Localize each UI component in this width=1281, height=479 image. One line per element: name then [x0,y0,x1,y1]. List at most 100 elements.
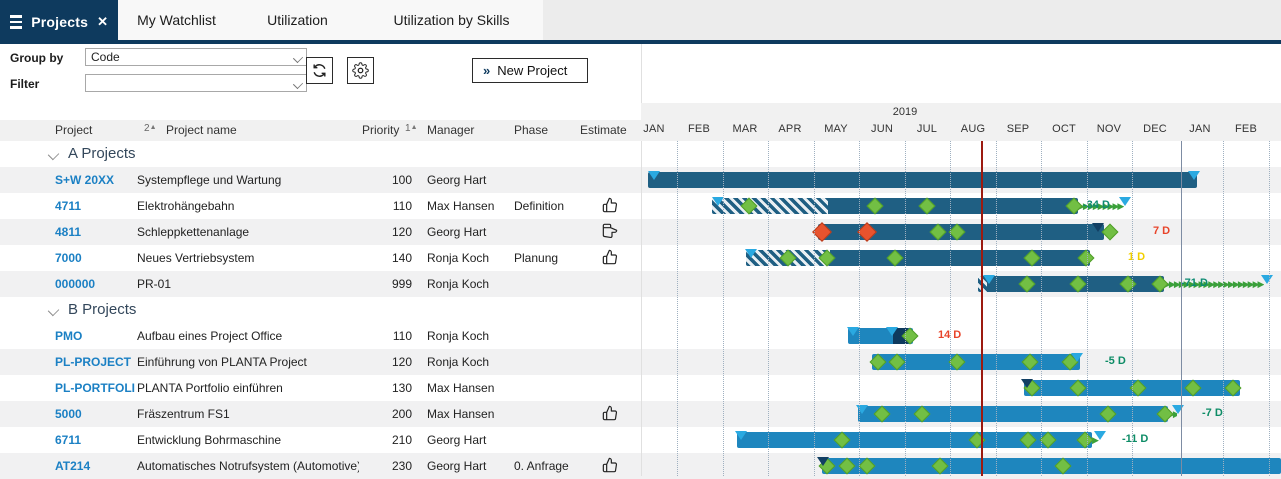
gantt-row: ▶-11 D [641,427,1281,453]
project-code-link[interactable]: 4811 [55,225,135,239]
estimate-thumb-up-icon[interactable] [580,197,640,216]
col-project-sort[interactable]: 2▲ [144,123,157,134]
gantt-month-label: JAN [643,123,664,135]
tab-bar: My Watchlist Utilization Utilization by … [0,0,1281,40]
filter-select[interactable] [85,74,307,92]
estimate-thumb-side-icon[interactable] [580,223,640,242]
project-name: Einführung von PLANTA Project [137,355,359,369]
gantt-year-label: 2019 [893,106,917,118]
project-name: Systempflege und Wartung [137,173,359,187]
project-manager: Max Hansen [427,381,513,395]
col-priority[interactable]: Priority [362,123,399,137]
sort-asc-icon: ▲ [411,124,418,131]
gantt-month-label: JUL [917,123,937,135]
buffer-days-label: -7 D [1202,407,1223,419]
date-marker-triangle [1094,431,1106,440]
col-phase[interactable]: Phase [514,123,548,137]
project-code-link[interactable]: 6711 [55,433,135,447]
project-manager: Georg Hart [427,173,513,187]
project-code-link[interactable]: 7000 [55,251,135,265]
project-name: Fräszentrum FS1 [137,407,359,421]
project-phase: Planung [514,251,578,265]
chevron-down-icon [293,53,303,63]
gantt-row: ▶▶▶▶▶▶▶▶▶▶▶▶▶▶▶▶▶▶▶▶-71 D [641,271,1281,297]
table-header: Project 2▲ Project name Priority 1▲ Mana… [0,120,641,141]
gantt-month-label: MAR [732,123,757,135]
chevron-down-icon[interactable] [48,305,59,316]
gear-icon [352,62,369,79]
project-code-link[interactable]: 4711 [55,199,135,213]
refresh-button[interactable] [306,57,333,84]
project-name: Aufbau eines Project Office [137,329,359,343]
project-code-link[interactable]: AT214 [55,459,135,473]
project-name: Elektrohängebahn [137,199,359,213]
date-marker-triangle [735,431,747,440]
group-name: A Projects [68,145,136,162]
tab-utilization[interactable]: Utilization [235,0,360,40]
tab-my-watchlist[interactable]: My Watchlist [118,0,235,40]
gantt-month-label: FEB [688,123,710,135]
buffer-days-label: 14 D [938,329,961,341]
project-name: Neues Vertriebsystem [137,251,359,265]
date-marker-triangle [1261,275,1273,284]
project-code-link[interactable]: PL-PROJECT [55,355,135,369]
double-chevron-icon: » [483,63,489,78]
gantt-bar[interactable] [648,172,1197,188]
estimate-thumb-up-icon[interactable] [580,249,640,268]
gantt-month-label: FEB [1235,123,1257,135]
project-code-link[interactable]: S+W 20XX [55,173,135,187]
group-by-select[interactable]: Code [85,48,307,66]
project-priority: 110 [362,199,412,213]
gantt-bar[interactable] [822,458,1281,474]
col-estimate[interactable]: Estimate [580,123,627,137]
date-marker-triangle [856,405,868,414]
project-manager: Max Hansen [427,199,513,213]
gantt-row [641,375,1281,401]
tab-projects-active[interactable]: Projects ✕ [0,0,118,44]
new-project-button[interactable]: » New Project [472,58,588,83]
project-code-link[interactable]: PMO [55,329,135,343]
project-manager: Georg Hart [427,225,513,239]
estimate-thumb-up-icon[interactable] [580,457,640,476]
date-marker-triangle [983,275,995,284]
col-project-name[interactable]: Project name [166,123,237,137]
gantt-row: ▶▶-7 D [641,401,1281,427]
col-manager[interactable]: Manager [427,123,474,137]
col-priority-sort[interactable]: 1▲ [405,123,418,134]
tab-projects-label: Projects [31,14,88,30]
gantt-month-label: NOV [1097,123,1121,135]
project-code-link[interactable]: 5000 [55,407,135,421]
date-marker-triangle [1172,405,1184,414]
buffer-days-label: -34 D [1083,199,1110,211]
project-priority: 210 [362,433,412,447]
project-name: Schleppkettenanlage [137,225,359,239]
gantt-bar[interactable] [858,406,1168,422]
project-code-link[interactable]: PL-PORTFOLIO [55,381,135,395]
gantt-row: 1 D [641,245,1281,271]
col-project[interactable]: Project [55,123,92,137]
project-priority: 110 [362,329,412,343]
date-marker-triangle [1188,171,1200,180]
gantt-month-label: JUN [871,123,893,135]
chevron-down-icon[interactable] [48,149,59,160]
tab-bar-filler [543,0,1281,40]
tab-utilization-by-skills[interactable]: Utilization by Skills [360,0,543,40]
settings-button[interactable] [347,57,374,84]
tab-close-icon[interactable]: ✕ [97,14,108,30]
estimate-thumb-up-icon[interactable] [580,405,640,424]
date-marker-triangle [1092,223,1104,232]
gantt-row [641,167,1281,193]
project-phase: 0. Anfrage [514,459,578,473]
project-priority: 230 [362,459,412,473]
project-manager: Ronja Koch [427,329,513,343]
hamburger-menu-icon[interactable] [10,15,22,29]
project-priority: 200 [362,407,412,421]
project-manager: Georg Hart [427,433,513,447]
milestone-diamond[interactable] [1102,224,1119,241]
chevron-down-icon [293,79,303,89]
project-phase: Definition [514,199,578,213]
project-code-link[interactable]: 000000 [55,277,135,291]
date-marker-triangle [648,171,660,180]
project-manager: Ronja Koch [427,355,513,369]
project-priority: 120 [362,355,412,369]
